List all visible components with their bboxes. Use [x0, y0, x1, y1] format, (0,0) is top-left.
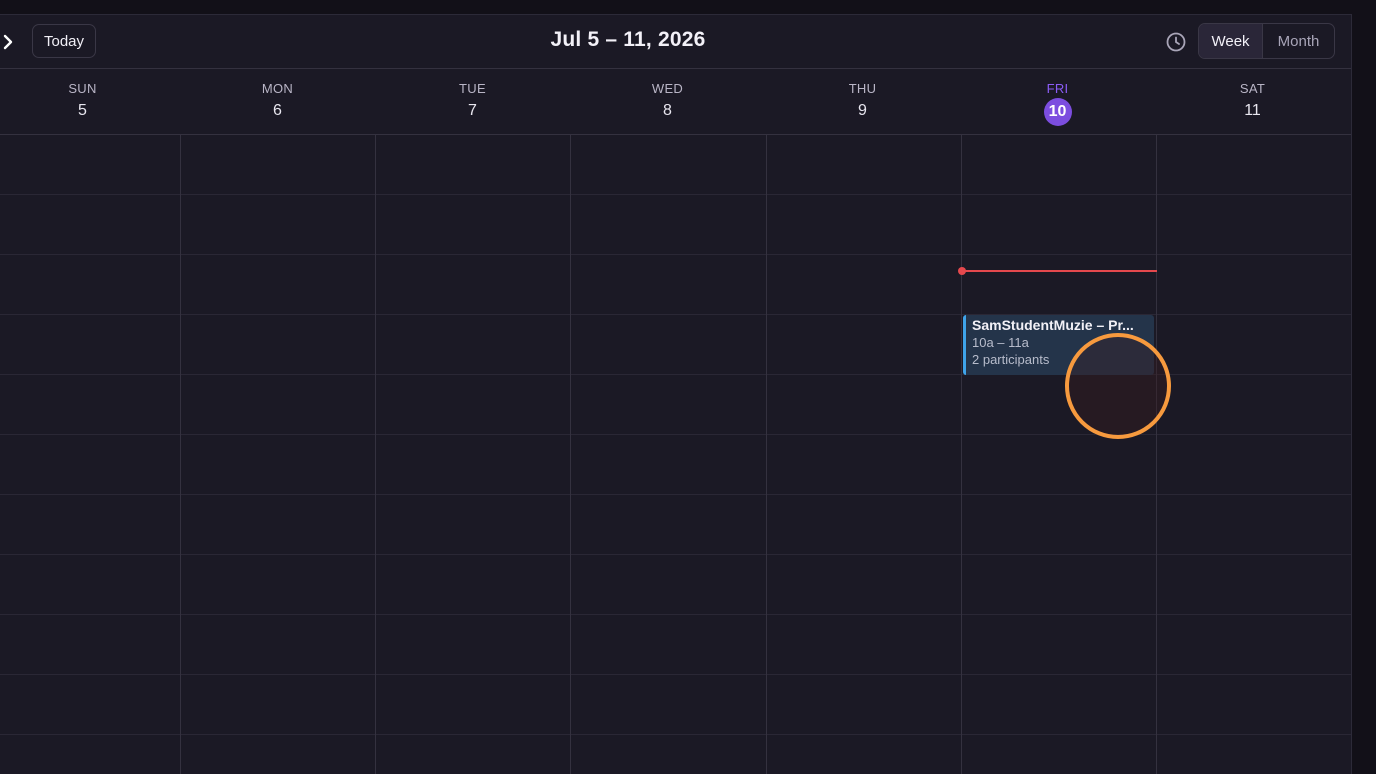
day-header-row: SUN 5 MON 6 TUE 7 WED 8 THU 9 FRI 10 SAT…: [0, 69, 1351, 135]
time-grid[interactable]: SamStudentMuzie – Pr... 10a – 11a 2 part…: [0, 135, 1351, 774]
day-name: SAT: [1239, 81, 1266, 96]
day-header-wed[interactable]: WED 8: [570, 69, 765, 135]
day-column-divider: [961, 135, 962, 774]
click-indicator: [1065, 333, 1171, 439]
day-header-mon[interactable]: MON 6: [180, 69, 375, 135]
event-title: SamStudentMuzie – Pr...: [972, 317, 1134, 333]
day-header-tue[interactable]: TUE 7: [375, 69, 570, 135]
day-column-divider: [180, 135, 181, 774]
day-number: 7: [468, 102, 477, 119]
day-column-divider: [375, 135, 376, 774]
day-number: 9: [858, 102, 867, 119]
day-number: 6: [273, 102, 282, 119]
day-name: FRI: [1046, 81, 1069, 96]
day-header-fri[interactable]: FRI 10: [960, 69, 1155, 135]
hour-line: [0, 254, 1351, 255]
hour-line: [0, 734, 1351, 735]
day-header-sun[interactable]: SUN 5: [0, 69, 180, 135]
hour-line: [0, 614, 1351, 615]
week-view-button[interactable]: Week: [1199, 24, 1264, 58]
day-number: 8: [663, 102, 672, 119]
day-name: SUN: [68, 81, 97, 96]
hour-line: [0, 674, 1351, 675]
hour-line: [0, 194, 1351, 195]
day-number: 5: [78, 102, 87, 119]
today-badge: 10: [1043, 98, 1072, 126]
date-range-title: Jul 5 – 11, 2026: [550, 28, 706, 51]
day-name: THU: [848, 81, 877, 96]
month-view-button[interactable]: Month: [1263, 24, 1334, 58]
clock-icon: [1166, 32, 1186, 52]
hour-line: [0, 494, 1351, 495]
day-header-thu[interactable]: THU 9: [765, 69, 960, 135]
view-toggle: Week Month: [1198, 23, 1335, 59]
day-name: MON: [261, 81, 294, 96]
current-time-indicator: [962, 270, 1157, 272]
day-name: WED: [651, 81, 684, 96]
day-number: 11: [1244, 102, 1261, 119]
day-header-sat[interactable]: SAT 11: [1155, 69, 1350, 135]
calendar-header: Today Jul 5 – 11, 2026 Week Month: [0, 15, 1351, 69]
hour-line: [0, 434, 1351, 435]
time-zone-button[interactable]: [1165, 31, 1187, 53]
day-column-divider: [766, 135, 767, 774]
hour-line: [0, 554, 1351, 555]
day-name: TUE: [459, 81, 486, 96]
day-column-divider: [570, 135, 571, 774]
day-column-divider: [1156, 135, 1157, 774]
